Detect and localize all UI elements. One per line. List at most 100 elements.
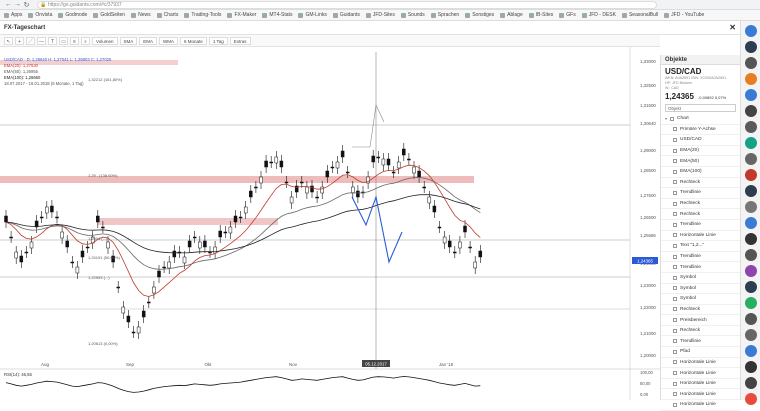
dock-app-icon[interactable] [744,25,757,37]
object-list-item[interactable]: Primäre Y-Achse [661,125,740,136]
rectangle-icon[interactable]: ▭ [59,36,68,45]
back-icon[interactable]: ← [4,1,13,8]
bookmark-item[interactable]: Guidants [332,12,360,18]
object-list-item[interactable]: Horizontale Linie [661,389,740,401]
dock-app-icon[interactable] [744,361,757,373]
visibility-checkbox[interactable] [673,381,677,386]
object-list-item[interactable]: Trendlinie [661,252,740,263]
visibility-checkbox[interactable] [673,296,677,301]
bookmark-item[interactable]: JFD - YouTube [664,12,704,18]
timeframe-select[interactable]: 6 Monate [180,36,207,45]
visibility-checkbox[interactable] [673,286,677,291]
dock-app-icon[interactable] [744,329,757,341]
object-list-item[interactable]: Horizontale Linie [661,379,740,390]
ema-button[interactable]: EMA [139,36,158,45]
extras-button[interactable]: Extras [229,36,251,45]
forward-icon[interactable]: → [13,1,22,8]
dock-app-icon[interactable] [744,41,757,53]
object-list-item[interactable]: Trendlinie [661,336,740,348]
object-list-item[interactable]: Horizontale Linie [661,358,740,369]
object-list-item[interactable]: USD/CAD [661,135,740,146]
dock-app-icon[interactable] [744,185,757,197]
object-list-item[interactable]: Preisbereich [661,315,740,326]
bookmark-item[interactable]: Sonstiges [465,12,494,18]
visibility-checkbox[interactable] [673,318,677,323]
dock-app-icon[interactable] [744,153,757,165]
dock-app-icon[interactable] [744,89,757,101]
visibility-checkbox[interactable] [673,339,677,344]
object-list-item[interactable]: Horizontale Linie [661,400,740,411]
wma-button[interactable]: WMA [159,36,179,45]
bookmark-item[interactable]: Charts [156,12,178,18]
object-list-item[interactable]: EMA(100) [661,167,740,178]
visibility-checkbox[interactable] [673,402,677,407]
visibility-checkbox[interactable] [673,148,677,153]
visibility-checkbox[interactable] [673,275,677,280]
object-list-item[interactable]: Rechteck [661,326,740,337]
visibility-checkbox[interactable] [673,349,677,354]
dock-app-icon[interactable] [744,73,757,85]
dock-app-icon[interactable] [744,313,757,325]
bookmark-item[interactable]: JFD - DESK [581,12,616,18]
dock-app-icon[interactable] [744,297,757,309]
bookmark-item[interactable]: Sounds [400,12,425,18]
bookmark-item[interactable]: Godmode [58,12,87,18]
volume-button[interactable]: Volumen [92,36,118,45]
visibility-checkbox[interactable] [673,137,677,142]
reload-icon[interactable]: ↻ [22,1,31,9]
object-list-item[interactable]: Pfad [661,347,740,358]
visibility-checkbox[interactable] [673,190,677,195]
visibility-checkbox[interactable] [673,159,677,164]
dock-app-icon[interactable] [744,393,757,405]
object-list-item[interactable]: Symbol [661,273,740,284]
dock-app-icon[interactable] [744,249,757,261]
horizontal-line-icon[interactable]: — [37,36,46,45]
visibility-checkbox[interactable] [673,233,677,238]
dock-app-icon[interactable] [744,233,757,245]
cursor-icon[interactable]: ↖ [4,36,13,45]
object-list-item[interactable]: Rechteck [661,209,740,220]
close-icon[interactable]: ✕ [729,23,736,32]
crosshair-icon[interactable]: + [15,36,24,45]
bookmark-item[interactable]: JFD-Sites [365,12,395,18]
dock-app-icon[interactable] [744,105,757,117]
visibility-checkbox[interactable] [673,212,677,217]
visibility-checkbox[interactable] [673,180,677,185]
visibility-checkbox[interactable] [673,360,677,365]
dock-app-icon[interactable] [744,217,757,229]
visibility-checkbox[interactable] [673,127,677,132]
object-list-item[interactable]: EMA(50) [661,156,740,167]
visibility-checkbox[interactable] [673,328,677,333]
bookmark-item[interactable]: FX-Maker [227,12,256,18]
price-chart[interactable]: USD/CAD · D: 1,26640 H: 1,27041 L: 1,268… [0,47,660,400]
sma-button[interactable]: SMA [119,36,138,45]
visibility-checkbox[interactable] [673,392,677,397]
object-list-item[interactable]: EMA(20) [661,146,740,157]
bookmark-item[interactable]: Ablage [500,12,523,18]
visibility-checkbox[interactable] [673,254,677,259]
bookmark-item[interactable]: News [131,12,151,18]
object-list-item[interactable]: Trendlinie [661,220,740,231]
object-list-item[interactable]: Trendlinie [661,262,740,273]
object-list-item[interactable]: Symbol [661,294,740,305]
bookmark-item[interactable]: Trading-Tools [184,12,221,18]
object-list-item[interactable]: Horizontale Linie [661,368,740,379]
bookmark-item[interactable]: GM-Links [298,12,327,18]
dock-app-icon[interactable] [744,265,757,277]
bookmark-item[interactable]: Apps [4,12,22,18]
dock-app-icon[interactable] [744,201,757,213]
expand-icon[interactable]: ▾ [665,116,667,121]
visibility-checkbox[interactable] [673,371,677,376]
chart-canvas[interactable]: USD/CAD · D: 1,26640 H: 1,27041 L: 1,268… [0,47,660,400]
text-icon[interactable]: T [48,36,57,45]
visibility-checkbox[interactable] [673,169,677,174]
object-list-item[interactable]: Rechteck [661,178,740,189]
bookmark-item[interactable]: GoldSeiten [93,12,125,18]
object-list-item[interactable]: ▾ Chart [661,114,740,125]
object-search-input[interactable]: Objekt [665,104,736,112]
trendline-icon[interactable]: ／ [26,36,35,45]
dock-app-icon[interactable] [744,169,757,181]
address-bar[interactable]: 🔒 https://go.guidants.com/#c/37937 [37,0,657,9]
visibility-checkbox[interactable] [673,265,677,270]
bookmark-item[interactable]: GFs [559,12,576,18]
